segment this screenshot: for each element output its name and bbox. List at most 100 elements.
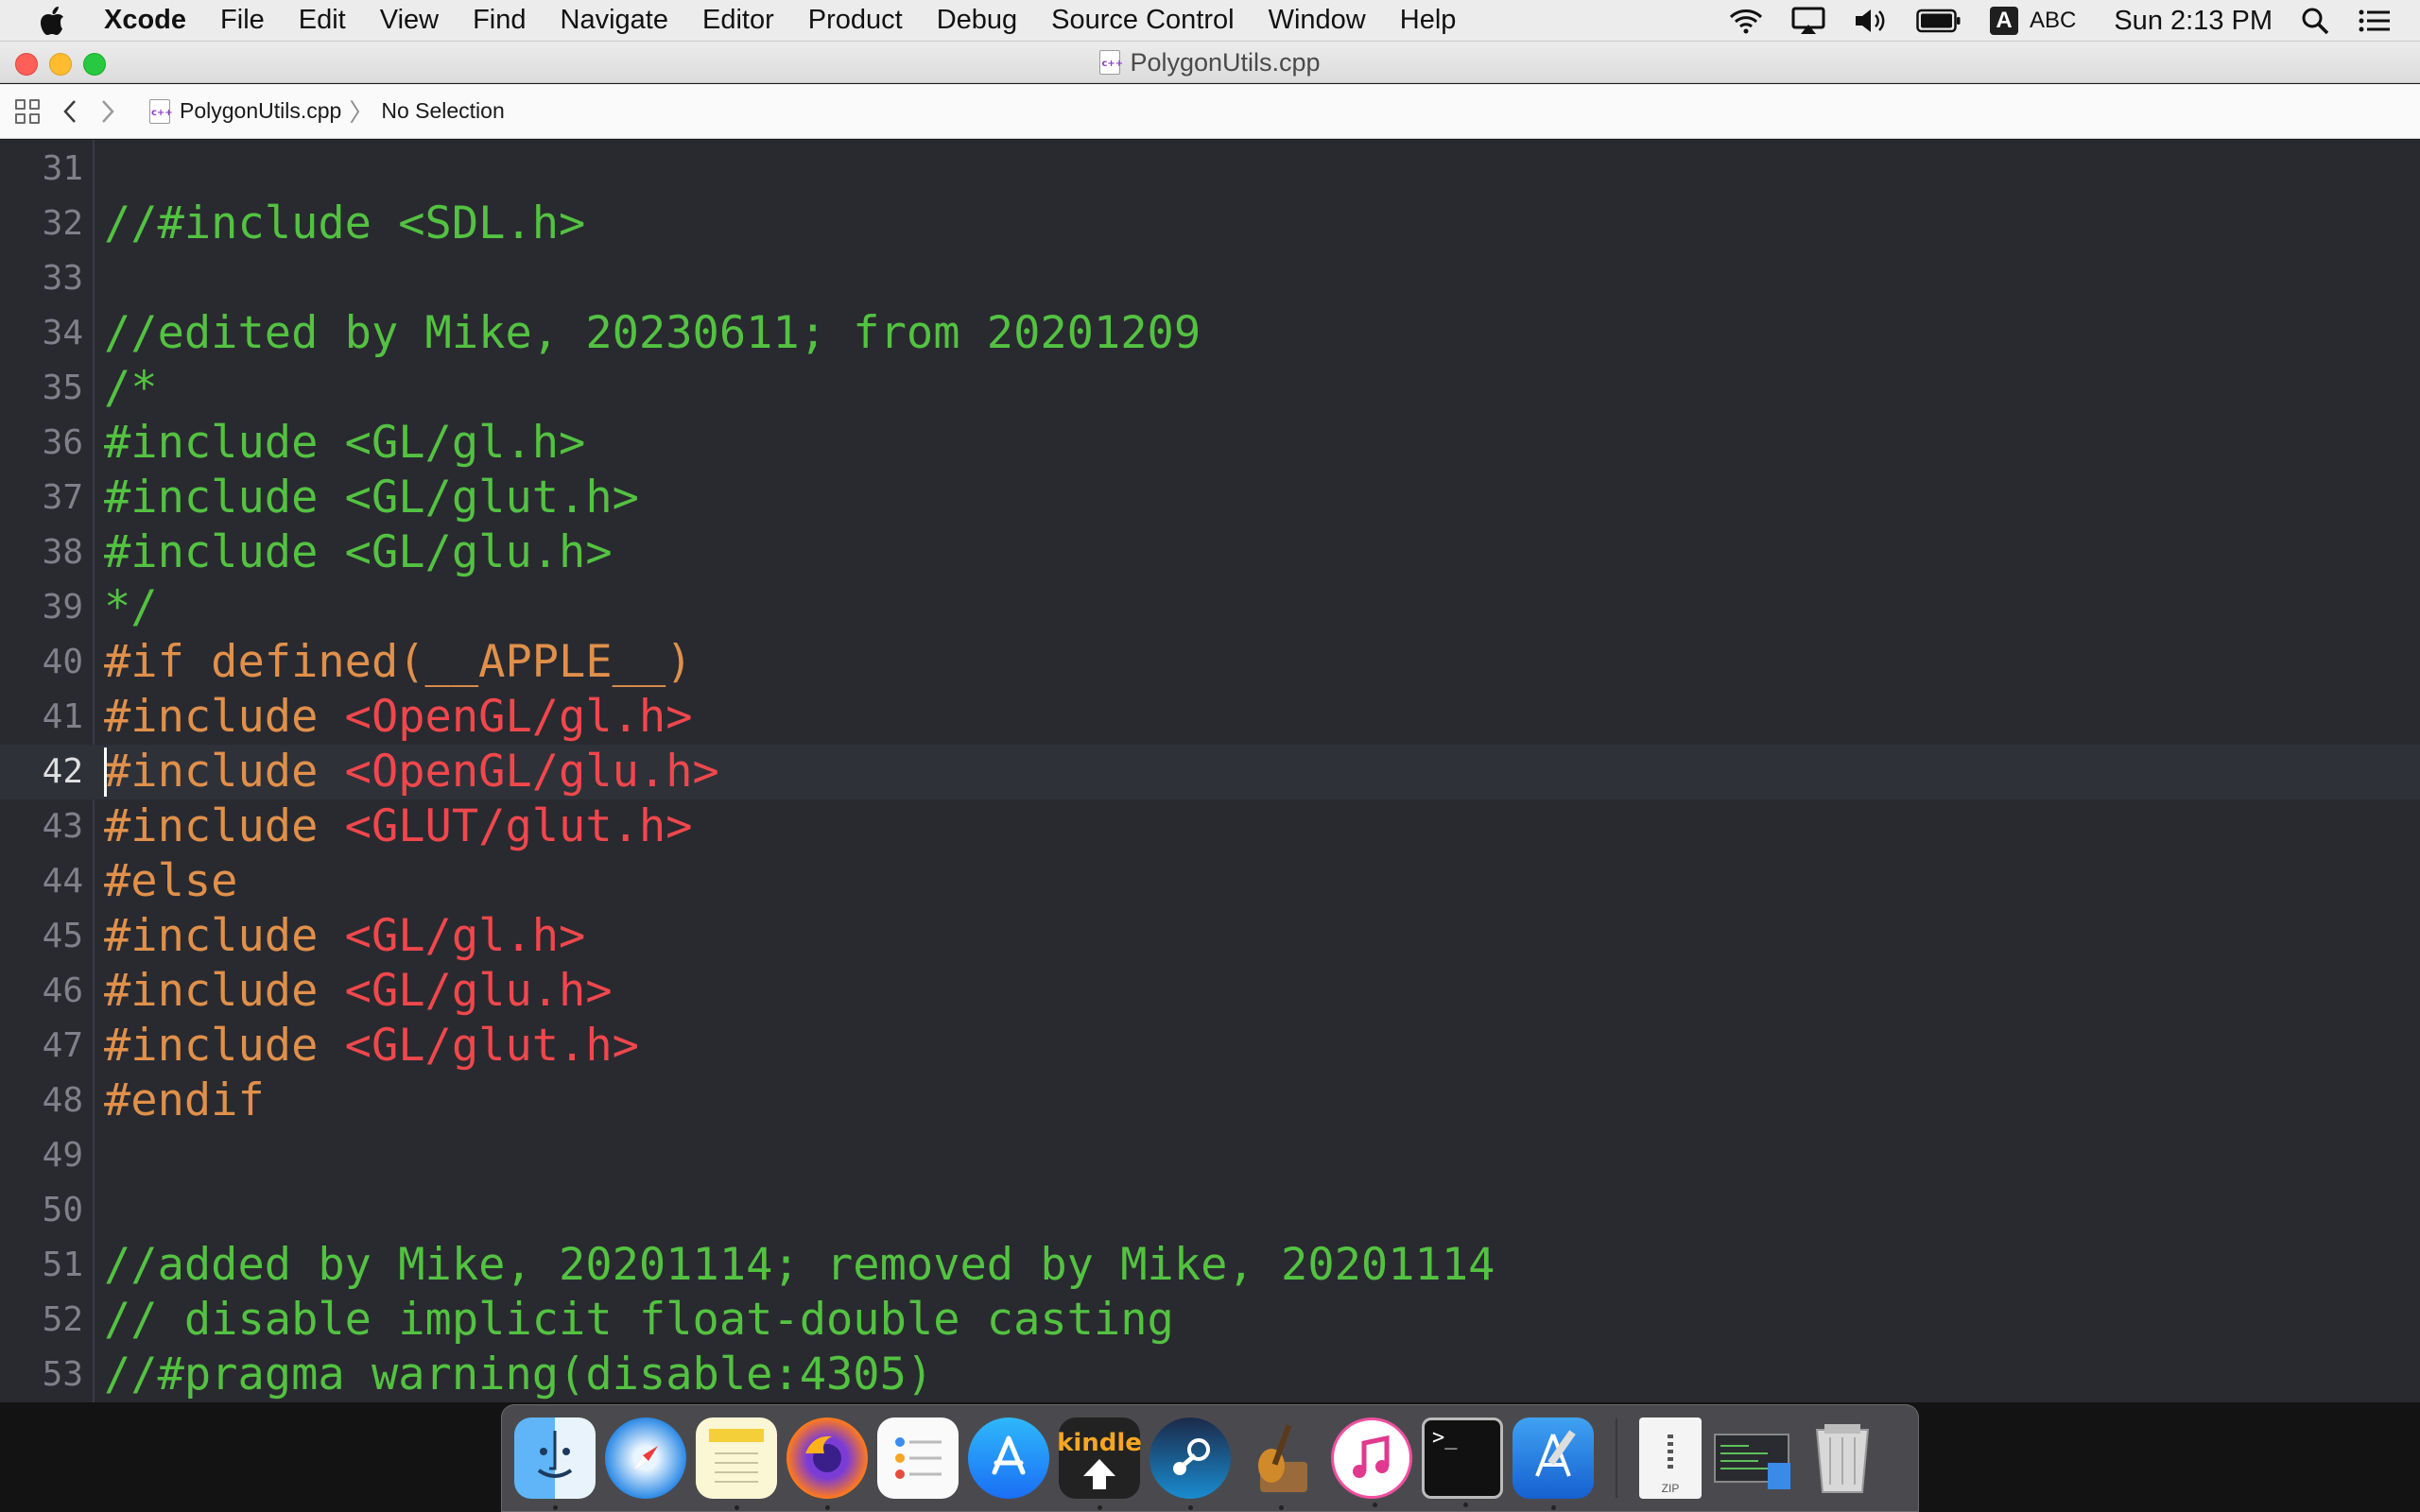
preprocessor-token: #include — [104, 800, 345, 852]
code-line[interactable]: 49 — [0, 1128, 2420, 1183]
code-line[interactable]: 50 — [0, 1183, 2420, 1238]
line-code: #include <GLUT/glut.h> — [104, 799, 693, 854]
forward-chevron-icon[interactable] — [89, 93, 127, 130]
input-source-icon[interactable]: A — [1989, 7, 2018, 35]
code-line[interactable]: 44 #else — [0, 854, 2420, 909]
menubar-clock[interactable]: Sun 2:13 PM — [2114, 6, 2273, 37]
dock-garageband[interactable] — [1240, 1418, 1322, 1510]
preprocessor-token: #include — [104, 910, 345, 962]
finder-icon — [537, 1431, 573, 1478]
garageband-icon — [1258, 1424, 1307, 1492]
safari-icon — [633, 1446, 658, 1470]
code-line[interactable]: 46 #include <GL/glu.h> — [0, 964, 2420, 1019]
dock-screenshot-stack[interactable] — [1711, 1418, 1792, 1499]
line-code: #if defined(__APPLE__) — [104, 635, 693, 690]
menu-help[interactable]: Help — [1383, 0, 1474, 42]
dock-notes[interactable] — [696, 1418, 777, 1510]
notes-icon — [709, 1429, 764, 1483]
code-line[interactable]: 48 #endif — [0, 1074, 2420, 1128]
menu-navigate[interactable]: Navigate — [544, 0, 685, 42]
menu-edit[interactable]: Edit — [282, 0, 363, 42]
text-cursor — [104, 747, 107, 797]
notification-center-icon[interactable] — [2358, 8, 2392, 34]
code-editor[interactable]: 31 32 //#include <SDL.h> 33 34 //edited by Mi… — [0, 140, 2420, 1402]
menu-window[interactable]: Window — [1252, 0, 1383, 42]
line-number: 31 — [42, 149, 83, 188]
code-line[interactable]: 52 // disable implicit float-double casti… — [0, 1293, 2420, 1348]
code-line[interactable]: 45 #include <GL/gl.h> — [0, 909, 2420, 964]
code-line[interactable]: 41 #include <OpenGL/gl.h> — [0, 690, 2420, 745]
line-code: */ — [104, 580, 158, 635]
volume-icon[interactable] — [1854, 8, 1888, 34]
comment-token: //#pragma warning(disable:4305) — [104, 1349, 934, 1400]
related-items-grid-icon[interactable] — [15, 98, 40, 124]
include-path-token: <OpenGL/glu.h> — [344, 746, 719, 798]
input-source-label[interactable]: ABC — [2030, 8, 2076, 34]
menu-source-control[interactable]: Source Control — [1034, 0, 1251, 42]
back-chevron-icon[interactable] — [51, 93, 89, 130]
line-code: // disable implicit float-double casting — [104, 1293, 1174, 1348]
code-line[interactable]: 35 /* — [0, 361, 2420, 416]
window-title: PolygonUtils.cpp — [0, 42, 2420, 83]
code-line[interactable]: 36 #include <GL/gl.h> — [0, 416, 2420, 471]
dock-itunes[interactable] — [1331, 1418, 1412, 1507]
code-line[interactable]: 51 //added by Mike, 20201114; removed by … — [0, 1238, 2420, 1293]
menu-bar: Xcode File Edit View Find Navigate Edito… — [0, 0, 2420, 42]
running-indicator — [1188, 1505, 1193, 1510]
dock-zip-file[interactable]: ZIP — [1639, 1418, 1702, 1499]
dock-xcode[interactable] — [1512, 1418, 1594, 1510]
apple-menu-icon[interactable] — [0, 0, 104, 42]
menu-product[interactable]: Product — [791, 0, 920, 42]
breadcrumb-file[interactable]: PolygonUtils.cpp — [149, 98, 341, 124]
line-number: 51 — [42, 1246, 83, 1284]
xcode-icon — [1535, 1430, 1576, 1477]
menu-file[interactable]: File — [203, 0, 282, 42]
menu-app-name[interactable]: Xcode — [104, 0, 203, 42]
dock-steam[interactable] — [1150, 1418, 1231, 1510]
line-code: #include <GL/gl.h> — [104, 416, 585, 471]
line-code: #include <GL/glu.h> — [104, 964, 613, 1019]
airplay-icon[interactable] — [1791, 7, 1825, 35]
menu-view[interactable]: View — [363, 0, 456, 42]
preprocessor-token: #include — [104, 1020, 345, 1072]
kindle-upload-icon — [1083, 1459, 1115, 1489]
code-line[interactable]: 39 */ — [0, 580, 2420, 635]
menu-debug[interactable]: Debug — [920, 0, 1034, 42]
dock-finder[interactable] — [514, 1418, 596, 1510]
dock-firefox[interactable] — [786, 1418, 868, 1510]
code-line[interactable]: 34 //edited by Mike, 20230611; from 20201… — [0, 306, 2420, 361]
code-line[interactable]: 53 //#pragma warning(disable:4305) — [0, 1348, 2420, 1402]
steam-icon — [1173, 1438, 1210, 1475]
code-line[interactable]: 43 #include <GLUT/glut.h> — [0, 799, 2420, 854]
comment-token: /* — [104, 362, 158, 414]
menu-find[interactable]: Find — [456, 0, 543, 42]
line-number: 37 — [42, 478, 83, 517]
code-line[interactable]: 42 #include <OpenGL/glu.h> — [0, 745, 2420, 799]
preprocessor-token: #include — [104, 691, 345, 743]
code-line[interactable]: 31 — [0, 142, 2420, 197]
code-line[interactable]: 47 #include <GL/glut.h> — [0, 1019, 2420, 1074]
line-code: #include <GL/glut.h> — [104, 471, 639, 525]
dock-terminal[interactable]: >_ — [1422, 1418, 1503, 1507]
spotlight-search-icon[interactable] — [2301, 7, 2329, 35]
code-line[interactable]: 33 — [0, 251, 2420, 306]
dock: kindle >_ ZIP — [501, 1404, 1919, 1512]
dock-app-store[interactable] — [968, 1418, 1049, 1499]
line-code: //added by Mike, 20201114; removed by Mi… — [104, 1238, 1495, 1293]
wifi-icon[interactable] — [1729, 8, 1763, 34]
code-line[interactable]: 38 #include <GL/glu.h> — [0, 525, 2420, 580]
line-number: 47 — [42, 1026, 83, 1065]
breadcrumb-selection[interactable]: No Selection — [381, 98, 504, 124]
menu-editor[interactable]: Editor — [685, 0, 791, 42]
code-line[interactable]: 40 #if defined(__APPLE__) — [0, 635, 2420, 690]
dock-safari[interactable] — [605, 1418, 686, 1499]
zip-label: ZIP — [1661, 1482, 1680, 1495]
dock-reminders[interactable] — [877, 1418, 959, 1499]
dock-trash[interactable] — [1802, 1418, 1883, 1499]
firefox-icon — [805, 1435, 841, 1472]
dock-kindle[interactable]: kindle — [1057, 1418, 1142, 1510]
code-line[interactable]: 37 #include <GL/glut.h> — [0, 471, 2420, 525]
battery-icon[interactable] — [1916, 9, 1962, 33]
code-line[interactable]: 32 //#include <SDL.h> — [0, 197, 2420, 251]
line-number: 32 — [42, 204, 83, 243]
